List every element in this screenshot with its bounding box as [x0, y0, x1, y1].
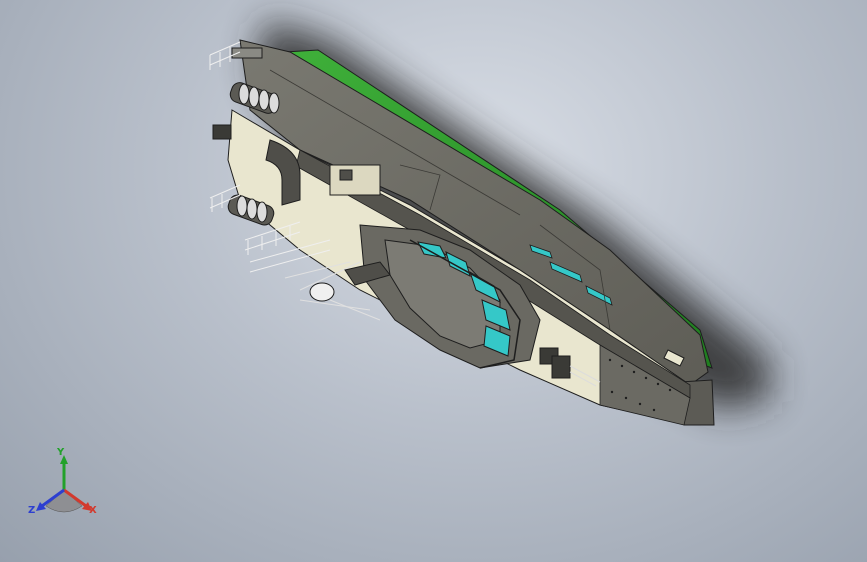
y-axis-label: Y	[57, 447, 65, 458]
boat-model[interactable]	[0, 0, 867, 562]
graphics-viewport[interactable]: Y X Z	[0, 0, 867, 562]
coordinate-triad: Y X Z	[24, 448, 104, 524]
x-axis-label: X	[89, 505, 97, 516]
z-axis-label: Z	[28, 505, 36, 516]
